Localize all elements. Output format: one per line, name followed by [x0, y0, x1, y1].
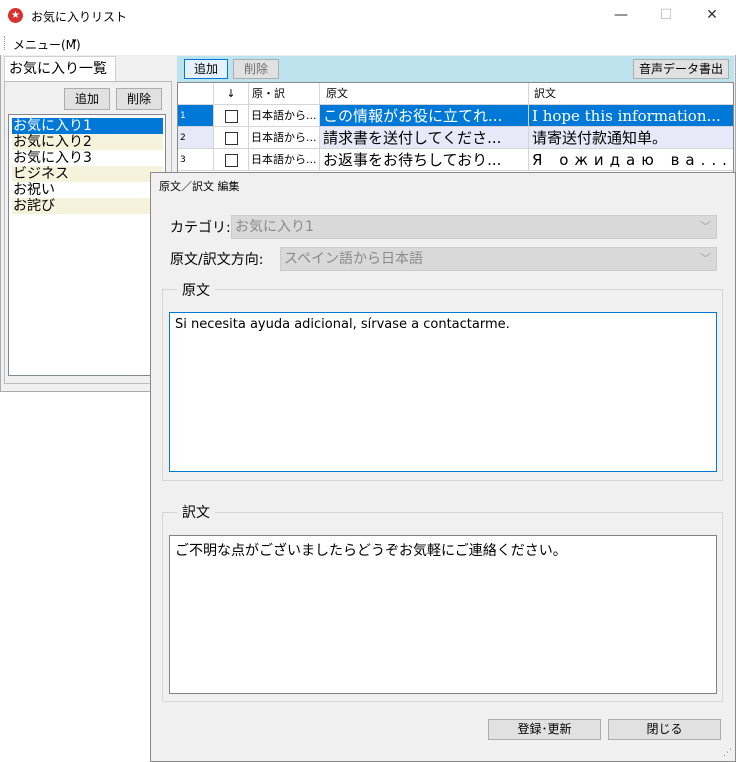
- column-header-check[interactable]: ↓: [214, 83, 249, 105]
- add-phrase-button[interactable]: 追加: [184, 59, 228, 79]
- category-value: お気に入り1: [235, 219, 314, 235]
- row-direction: 日本語から...: [249, 105, 320, 127]
- resize-grip-icon[interactable]: ⋰: [723, 748, 732, 758]
- list-item[interactable]: ビジネス: [12, 166, 163, 182]
- list-item[interactable]: お詫び: [12, 198, 163, 214]
- favorites-list-tab[interactable]: お気に入り一覧: [4, 56, 116, 82]
- delete-phrase-button[interactable]: 削除: [233, 59, 279, 79]
- menu-item[interactable]: メニュー(M): [13, 36, 81, 53]
- row-direction: 日本語から...: [249, 127, 320, 149]
- window-title: お気に入りリスト: [31, 10, 128, 24]
- add-favorite-button[interactable]: 追加: [64, 88, 110, 110]
- row-target[interactable]: 请寄送付款通知单。: [529, 127, 733, 149]
- direction-value: スペイン語から日本語: [284, 251, 424, 267]
- row-source[interactable]: 請求書を送付してくださ...: [320, 127, 529, 149]
- close-button[interactable]: 閉じる: [608, 719, 721, 740]
- column-header-index: [178, 83, 214, 105]
- minimize-button[interactable]: —: [598, 0, 644, 31]
- row-target[interactable]: I hope this information...: [529, 105, 733, 127]
- phrase-grid[interactable]: ↓ 原・訳 原文 訳文 1 日本語から... この情報がお役に立てれ... I …: [177, 82, 734, 174]
- list-item[interactable]: お気に入り2: [12, 134, 163, 150]
- menu-grip: [4, 36, 7, 50]
- target-legend: 訳文: [177, 502, 215, 522]
- row-source[interactable]: この情報がお役に立てれ...: [320, 105, 529, 127]
- row-checkbox[interactable]: [214, 149, 249, 171]
- list-item[interactable]: お気に入り1: [12, 118, 163, 134]
- chevron-down-icon: ﹀: [700, 252, 711, 265]
- direction-label: 原文/訳文方向:: [170, 252, 264, 268]
- category-label: カテゴリ:: [170, 220, 231, 236]
- maximize-button[interactable]: ☐: [643, 0, 689, 31]
- source-legend: 原文: [177, 280, 215, 300]
- save-button[interactable]: 登録･更新: [488, 719, 601, 740]
- list-item[interactable]: お祝い: [12, 182, 163, 198]
- column-header-source[interactable]: 原文: [320, 83, 529, 105]
- row-number: 1: [178, 105, 214, 127]
- row-checkbox[interactable]: [214, 105, 249, 127]
- target-textarea[interactable]: ご不明な点がございましたらどうぞお気軽にご連絡ください。: [169, 535, 717, 694]
- source-textarea[interactable]: Si necesita ayuda adicional, sírvase a c…: [169, 312, 717, 472]
- export-audio-button[interactable]: 音声データ書出: [633, 59, 729, 79]
- row-direction: 日本語から...: [249, 149, 320, 171]
- row-number: 3: [178, 149, 214, 171]
- row-target[interactable]: Я ожидаю ва...: [529, 149, 733, 171]
- column-header-direction[interactable]: 原・訳: [249, 83, 320, 105]
- row-number: 2: [178, 127, 214, 149]
- close-window-button[interactable]: ✕: [689, 0, 735, 31]
- list-item[interactable]: お気に入り3: [12, 150, 163, 166]
- category-select[interactable]: お気に入り1 ﹀: [231, 215, 717, 239]
- chevron-down-icon: ▾: [72, 37, 77, 47]
- row-source[interactable]: お返事をお待ちしており...: [320, 149, 529, 171]
- chevron-down-icon: ﹀: [700, 220, 711, 233]
- column-header-target[interactable]: 訳文: [529, 83, 733, 105]
- star-icon: ★: [8, 8, 23, 23]
- row-checkbox[interactable]: [214, 127, 249, 149]
- dialog-title: 原文／訳文 編集: [159, 180, 240, 193]
- favorites-list[interactable]: お気に入り1 お気に入り2 お気に入り3 ビジネス お祝い お詫び: [8, 114, 166, 376]
- delete-favorite-button[interactable]: 削除: [116, 88, 162, 110]
- menu-bar: [0, 31, 736, 55]
- direction-select[interactable]: スペイン語から日本語 ﹀: [280, 247, 717, 271]
